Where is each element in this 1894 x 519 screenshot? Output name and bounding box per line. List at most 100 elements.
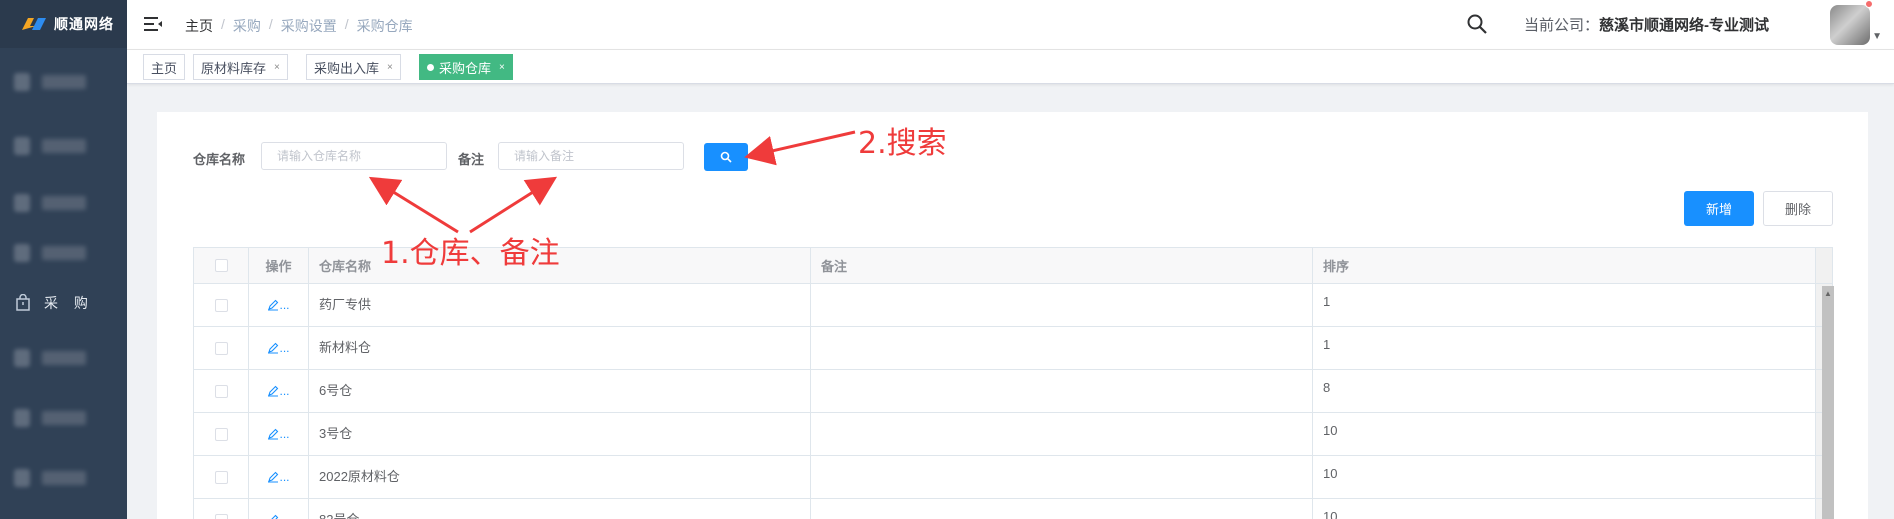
search-button[interactable] bbox=[704, 143, 748, 171]
row-checkbox[interactable] bbox=[214, 298, 228, 312]
tab-raw-material-stock[interactable]: 原材料库存 × bbox=[193, 54, 288, 80]
table-row[interactable]: ... 6号仓 8 bbox=[194, 370, 1832, 413]
row-checkbox[interactable] bbox=[214, 427, 228, 441]
tab-label: 原材料库存 bbox=[201, 60, 267, 76]
breadcrumb-item[interactable]: 采购设置 bbox=[281, 16, 337, 36]
row-select-cell bbox=[194, 284, 249, 326]
sidebar-item-6[interactable] bbox=[0, 328, 127, 388]
sidebar-item-label bbox=[42, 196, 86, 210]
cell-note bbox=[811, 327, 1313, 369]
sidebar-item-1[interactable] bbox=[0, 50, 127, 114]
cell-note bbox=[811, 370, 1313, 412]
sidebar-item-2[interactable] bbox=[0, 114, 127, 178]
sidebar-item-8[interactable] bbox=[0, 448, 127, 508]
header-note[interactable]: 备注 bbox=[811, 248, 1313, 283]
tab-purchase-inout[interactable]: 采购出入库 × bbox=[306, 54, 401, 80]
row-checkbox[interactable] bbox=[214, 384, 228, 398]
current-company: 当前公司：慈溪市顺通网络-专业测试 bbox=[1524, 14, 1769, 35]
close-icon[interactable]: × bbox=[499, 62, 505, 73]
note-input[interactable]: 请输入备注 bbox=[498, 142, 684, 170]
table-body: ... 药厂专供 1... 新材料仓 1... 6号仓 8... 3号仓 10... 2022原材… bbox=[194, 284, 1832, 519]
search-icon[interactable] bbox=[1465, 12, 1489, 36]
cell-note bbox=[811, 284, 1313, 326]
row-checkbox[interactable] bbox=[214, 341, 228, 355]
tab-home[interactable]: 主页 bbox=[143, 54, 186, 80]
table-row[interactable]: ... 药厂专供 1 bbox=[194, 284, 1832, 327]
sidebar-item-4[interactable] bbox=[0, 228, 127, 278]
cell-sort: 10 bbox=[1313, 413, 1816, 455]
cell-note bbox=[811, 499, 1313, 519]
cell-name: 6号仓 bbox=[309, 370, 811, 412]
sidebar-item-purchase[interactable]: 采 购 bbox=[0, 278, 127, 328]
caret-down-icon[interactable]: ▼ bbox=[1872, 31, 1882, 42]
cell-name: 82号仓 bbox=[309, 499, 811, 519]
avatar[interactable] bbox=[1830, 5, 1870, 45]
edit-button[interactable]: ... bbox=[267, 513, 290, 519]
tab-purchase-warehouse[interactable]: 采购仓库 × bbox=[419, 54, 513, 80]
menu-icon bbox=[14, 137, 30, 155]
cell-sort: 8 bbox=[1313, 370, 1816, 412]
cell-name: 3号仓 bbox=[309, 413, 811, 455]
delete-button[interactable]: 删除 bbox=[1763, 191, 1833, 226]
warehouse-name-input[interactable]: 请输入仓库名称 bbox=[261, 142, 447, 170]
select-all-checkbox[interactable] bbox=[214, 259, 228, 272]
menu-icon bbox=[14, 194, 30, 212]
edit-icon bbox=[268, 428, 279, 440]
edit-ellipsis: ... bbox=[279, 470, 290, 484]
menu-toggle-icon[interactable] bbox=[143, 14, 163, 34]
header-sort[interactable]: 排序 bbox=[1313, 248, 1816, 283]
sidebar-item-label bbox=[42, 246, 86, 260]
cell-note bbox=[811, 413, 1313, 455]
table-row[interactable]: ... 2022原材料仓 10 bbox=[194, 456, 1832, 499]
logo[interactable]: 顺通网络 bbox=[0, 0, 127, 48]
row-select-cell bbox=[194, 499, 249, 519]
row-op-cell: ... bbox=[249, 499, 309, 519]
search-icon bbox=[720, 151, 732, 163]
row-select-cell bbox=[194, 413, 249, 455]
breadcrumb-separator: / bbox=[268, 16, 273, 32]
close-icon[interactable]: × bbox=[274, 62, 280, 73]
breadcrumb-home[interactable]: 主页 bbox=[185, 16, 213, 36]
edit-ellipsis: ... bbox=[279, 298, 290, 312]
warehouse-table: 操作 仓库名称 备注 排序 ... 药厂专供 1... 新材料仓 1... 6号仓 8...… bbox=[193, 247, 1833, 519]
menu-icon bbox=[14, 409, 30, 427]
header-op: 操作 bbox=[249, 248, 309, 283]
edit-button[interactable]: ... bbox=[267, 298, 290, 312]
tab-label: 采购出入库 bbox=[314, 60, 380, 76]
edit-button[interactable]: ... bbox=[267, 427, 290, 441]
menu-icon bbox=[14, 349, 30, 367]
shopping-bag-icon bbox=[14, 293, 32, 312]
row-select-cell bbox=[194, 456, 249, 498]
menu-icon bbox=[14, 244, 30, 262]
sidebar-item-label: 采 购 bbox=[44, 295, 94, 311]
table-row[interactable]: ... 3号仓 10 bbox=[194, 413, 1832, 456]
edit-button[interactable]: ... bbox=[267, 470, 290, 484]
table-row[interactable]: ... 新材料仓 1 bbox=[194, 327, 1832, 370]
menu-icon bbox=[14, 73, 30, 91]
sidebar-item-3[interactable] bbox=[0, 178, 127, 228]
breadcrumb-item[interactable]: 采购 bbox=[233, 16, 261, 36]
scrollbar[interactable] bbox=[1822, 286, 1834, 519]
row-checkbox[interactable] bbox=[214, 513, 228, 519]
edit-button[interactable]: ... bbox=[267, 384, 290, 398]
annotation-step1: 1.仓库、备注 bbox=[381, 236, 560, 271]
table-row[interactable]: ... 82号仓 10 bbox=[194, 499, 1832, 519]
cell-sort: 1 bbox=[1313, 327, 1816, 369]
row-select-cell bbox=[194, 327, 249, 369]
row-checkbox[interactable] bbox=[214, 470, 228, 484]
sidebar-item-7[interactable] bbox=[0, 388, 127, 448]
cell-sort: 10 bbox=[1313, 499, 1816, 519]
edit-button[interactable]: ... bbox=[267, 341, 290, 355]
header: 主页 / 采购 / 采购设置 / 采购仓库 当前公司：慈溪市顺通网络-专业测试 … bbox=[127, 0, 1894, 50]
cell-sort: 1 bbox=[1313, 284, 1816, 326]
edit-icon bbox=[268, 385, 279, 397]
scroll-up-icon[interactable]: ▲ bbox=[1824, 289, 1832, 298]
edit-icon bbox=[268, 471, 279, 483]
company-prefix: 当前公司： bbox=[1523, 17, 1599, 34]
close-icon[interactable]: × bbox=[387, 62, 393, 73]
tab-label: 采购仓库 bbox=[439, 60, 492, 76]
cell-sort: 10 bbox=[1313, 456, 1816, 498]
add-button[interactable]: 新增 bbox=[1684, 191, 1754, 226]
edit-ellipsis: ... bbox=[279, 384, 290, 398]
notification-dot bbox=[1865, 0, 1873, 8]
